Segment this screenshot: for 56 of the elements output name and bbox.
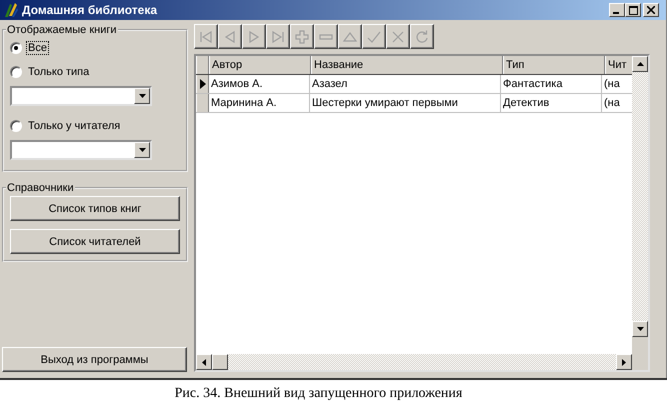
- first-record-icon: [198, 28, 214, 44]
- reference-button[interactable]: Список типов книг: [10, 196, 180, 221]
- refresh-icon: [414, 28, 430, 44]
- scroll-right-button[interactable]: [616, 354, 632, 370]
- group-title: Отображаемые книги: [6, 24, 118, 36]
- close-icon: [647, 6, 655, 14]
- last-record-icon: [270, 28, 286, 44]
- scroll-left-button[interactable]: [196, 354, 212, 370]
- radio-label: Только типа: [27, 66, 90, 78]
- table-cell: Азимов А.: [209, 75, 310, 93]
- radio-button[interactable]: [10, 120, 22, 132]
- minimize-button[interactable]: [609, 3, 625, 17]
- arrow-down-icon: [138, 94, 146, 98]
- group-title: Справочники: [6, 182, 75, 194]
- dropdown-field[interactable]: [10, 140, 152, 160]
- column-header[interactable]: Тип: [503, 56, 605, 74]
- maximize-icon: [628, 6, 638, 14]
- current-row-icon: [200, 79, 206, 89]
- app-icon: [3, 2, 19, 18]
- table-cell: Азазел: [310, 75, 501, 93]
- horizontal-scrollbar[interactable]: [196, 354, 648, 370]
- arrow-right-icon: [622, 358, 626, 366]
- scrollbar-corner: [632, 337, 648, 354]
- figure-caption: Рис. 34. Внешний вид запущенного приложения: [174, 386, 464, 402]
- scroll-up-button[interactable]: [632, 56, 648, 72]
- row-indicator[interactable]: [196, 75, 209, 93]
- cross-icon: [390, 28, 406, 44]
- table-cell: Шестерки умирают первыми: [310, 94, 501, 112]
- table-cell-text: (на: [603, 77, 621, 92]
- table-cell-text: (на: [603, 96, 621, 111]
- arrow-down-icon: [636, 327, 644, 331]
- close-button[interactable]: [643, 3, 659, 17]
- column-header[interactable]: Автор: [209, 56, 311, 74]
- plus-icon: [294, 28, 310, 44]
- dropdown-button[interactable]: [134, 142, 150, 158]
- scroll-thumb[interactable]: [212, 354, 228, 370]
- radio-label: Все: [27, 42, 48, 54]
- table-cell: Фантастика: [501, 75, 602, 93]
- dropdown-field[interactable]: [10, 86, 152, 106]
- vertical-scrollbar[interactable]: [632, 56, 648, 354]
- radio-label: Только у читателя: [27, 120, 122, 132]
- scrollbar-corner: [632, 354, 648, 370]
- table-cell: Маринина А.: [209, 94, 310, 112]
- window-title: Домашняя библиотека: [22, 3, 158, 17]
- reference-button[interactable]: Список читателей: [10, 229, 180, 254]
- maximize-button[interactable]: [625, 3, 641, 17]
- exit-button[interactable]: Выход из программы: [2, 347, 187, 372]
- scroll-down-button[interactable]: [632, 321, 648, 337]
- arrow-left-icon: [202, 358, 206, 366]
- radio-button[interactable]: [10, 42, 22, 54]
- dropdown-button[interactable]: [134, 88, 150, 104]
- table-cell: Детектив: [501, 94, 602, 112]
- radio-button[interactable]: [10, 66, 22, 78]
- arrow-down-icon: [138, 148, 146, 152]
- column-header[interactable]: Название: [311, 56, 503, 74]
- arrow-up-icon: [636, 62, 644, 66]
